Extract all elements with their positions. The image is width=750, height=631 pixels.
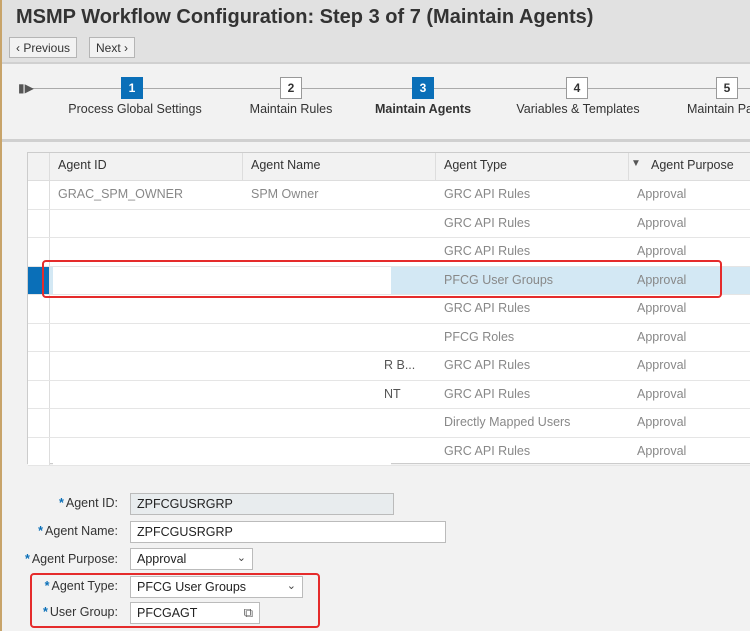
cell-agent-name: SPM Owner [251, 187, 319, 201]
table-row[interactable]: GRC API Rules Approval [28, 437, 750, 466]
agent-id-field[interactable]: ZPFCGUSRGRP [130, 493, 394, 515]
redacted-area [53, 409, 391, 437]
agents-table: Agent ID Agent Name Agent Type ▼ Agent Pu… [27, 152, 750, 466]
cell-agent-purpose: Approval [637, 215, 687, 230]
cell-agent-type: GRC API Rules [444, 187, 531, 201]
cell-agent-type: GRC API Rules [444, 358, 531, 372]
required-marker: * [24, 552, 30, 566]
cell-agent-purpose: Approval [637, 386, 687, 401]
step-1-label[interactable]: Process Global Settings [68, 102, 201, 116]
cell-agent-purpose: Approval [637, 443, 687, 458]
table-row[interactable]: R B... GRC API Rules Approval [28, 352, 750, 381]
cell-agent-purpose: Approval [637, 329, 687, 344]
agent-id-label-text: Agent ID: [65, 496, 118, 510]
cell-agent-id: GRAC_SPM_OWNER [58, 187, 184, 201]
agent-id-label: * Agent ID: [59, 496, 118, 510]
row-selector[interactable] [28, 209, 50, 237]
redacted-area [53, 295, 391, 323]
cell-agent-name: R B... [384, 358, 416, 372]
redacted-area [53, 380, 391, 408]
step-4[interactable]: 4 [566, 77, 588, 99]
cell-agent-purpose: Approval [637, 244, 687, 258]
row-selector[interactable] [28, 323, 50, 351]
step-5[interactable]: 5 [716, 77, 738, 99]
agent-name-field[interactable]: ZPFCGUSRGRP [130, 521, 446, 543]
table-row[interactable]: Directly Mapped Users Approval [28, 409, 750, 438]
agent-purpose-label: * Agent Purpose: [25, 552, 118, 566]
table-row[interactable]: PFCG Roles Approval [28, 323, 750, 352]
previous-button[interactable]: ‹ Previous [9, 37, 78, 58]
agent-purpose-select[interactable]: Approval ⌄ [130, 548, 253, 570]
cell-agent-type: GRC API Rules [444, 386, 531, 401]
agent-name-label-text: Agent Name: [45, 524, 118, 538]
roadmap: ▮▶ 1 Process Global Settings 2 Maintain … [2, 62, 750, 142]
row-selector[interactable] [28, 437, 50, 465]
step-1[interactable]: 1 [121, 77, 143, 99]
cell-agent-purpose: Approval [637, 358, 687, 372]
col-agent-id[interactable]: Agent ID [50, 153, 243, 181]
highlight-type-fields [30, 573, 320, 628]
cell-agent-purpose: Approval [637, 301, 687, 315]
step-2-label[interactable]: Maintain Rules [250, 102, 333, 116]
col-agent-purpose-label: Agent Purpose [651, 158, 734, 172]
next-button[interactable]: Next › [89, 37, 136, 58]
cell-agent-type: GRC API Rules [444, 215, 531, 230]
row-selector[interactable] [28, 380, 50, 408]
table-row[interactable]: GRC API Rules Approval [28, 295, 750, 324]
redacted-area [53, 437, 391, 465]
chevron-down-icon[interactable]: ⌄ [237, 551, 246, 564]
cell-agent-type: Directly Mapped Users [444, 415, 571, 429]
roadmap-start-icon: ▮▶ [18, 81, 34, 95]
table-row[interactable]: GRC API Rules Approval [28, 209, 750, 238]
row-selector[interactable] [28, 181, 50, 209]
required-marker: * [59, 496, 64, 510]
table-row[interactable]: NT GRC API Rules Approval [28, 380, 750, 409]
step-5-label[interactable]: Maintain Pa [687, 102, 750, 116]
step-3-label[interactable]: Maintain Agents [375, 102, 471, 116]
row-selector[interactable] [28, 295, 50, 323]
agent-purpose-label-text: Agent Purpose: [31, 552, 118, 566]
cell-agent-name: NT [384, 386, 401, 401]
agent-name-label: * Agent Name: [38, 524, 118, 538]
table-row[interactable]: GRAC_SPM_OWNER SPM Owner GRC API Rules A… [28, 181, 750, 210]
cell-agent-purpose: Approval [637, 187, 687, 201]
col-agent-type[interactable]: Agent Type [436, 153, 629, 181]
redacted-area [53, 323, 391, 351]
col-agent-name[interactable]: Agent Name [243, 153, 436, 181]
cell-agent-type: GRC API Rules [444, 443, 531, 458]
filter-icon: ▼ [631, 158, 641, 169]
redacted-area [53, 352, 391, 380]
row-selector[interactable] [28, 409, 50, 437]
redacted-area [53, 209, 391, 237]
col-agent-purpose[interactable]: ▼ Agent Purpose [629, 153, 750, 181]
row-selector[interactable] [28, 352, 50, 380]
agent-purpose-value: Approval [137, 552, 187, 566]
cell-agent-type: GRC API Rules [444, 301, 531, 315]
step-3[interactable]: 3 [412, 77, 434, 99]
step-4-label[interactable]: Variables & Templates [516, 102, 639, 116]
page-title: MSMP Workflow Configuration: Step 3 of 7… [16, 6, 594, 28]
select-all-header[interactable] [28, 153, 50, 181]
step-2[interactable]: 2 [280, 77, 302, 99]
highlight-selected-row [42, 260, 722, 298]
required-marker: * [38, 524, 44, 538]
header: MSMP Workflow Configuration: Step 3 of 7… [2, 0, 750, 62]
cell-agent-type: GRC API Rules [444, 244, 531, 258]
cell-agent-purpose: Approval [637, 415, 687, 429]
cell-agent-type: PFCG Roles [444, 329, 515, 344]
